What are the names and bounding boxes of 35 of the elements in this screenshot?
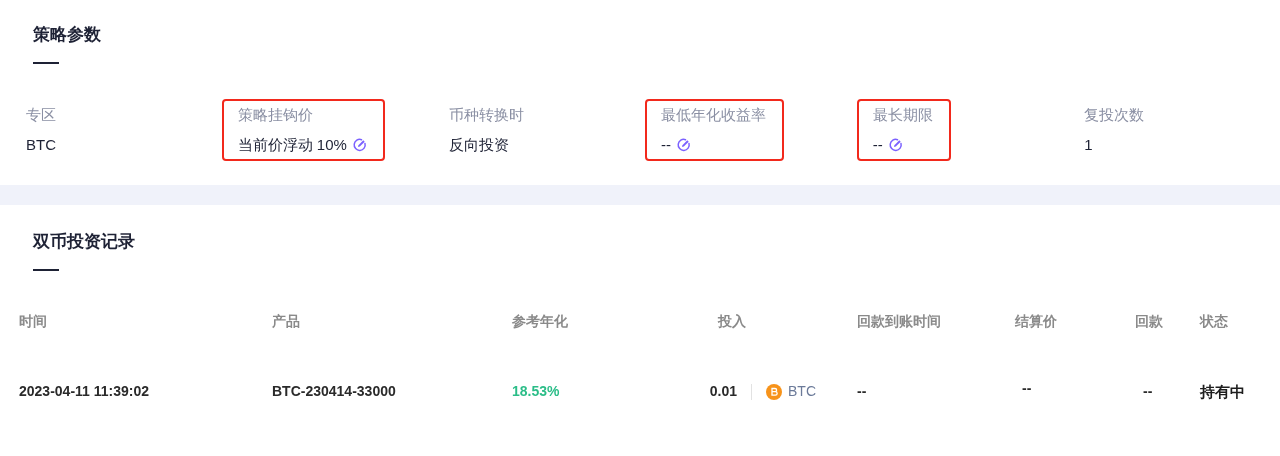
edit-icon[interactable] [888,137,903,152]
status-text: 持有中 [1200,382,1245,400]
table-cell: -- [1143,383,1153,400]
column-header: 回款到账时间 [857,312,941,329]
param-value: 1 [1084,134,1093,155]
column-header: 产品 [272,312,300,329]
param-label: 专区 [26,104,56,125]
param-value: 当前价浮动 10% [237,134,347,155]
edit-icon[interactable] [352,137,367,152]
param-label: 最低年化收益率 [661,104,766,125]
column-header: 回款 [1135,312,1163,329]
param-value: BTC [26,134,56,155]
section-title: 策略参数 [33,24,101,46]
param-label: 策略挂钩价 [237,104,314,125]
section-title: 双币投资记录 [33,231,135,253]
edit-icon[interactable] [677,137,691,152]
table-cell: BTC-230414-33000 [272,383,396,400]
column-header: 时间 [19,312,47,329]
param-label: 复投次数 [1084,104,1145,125]
column-header: 投入 [718,312,746,329]
coin-label: BTC [788,382,816,402]
column-header: 状态 [1200,312,1228,329]
param-value: -- [661,134,671,155]
param-value: 反向投资 [449,134,510,155]
param-value: -- [872,134,883,155]
table-cell: -- [857,383,867,400]
table-cell: 18.53% [512,383,560,400]
column-header: 结算价 [1015,312,1057,329]
table-cell: -- [1022,380,1032,397]
param-label: 最长期限 [872,104,933,125]
column-header: 参考年化 [512,312,568,329]
table-cell-text: 0.01 [708,382,737,402]
table-cell: 2023-04-11 11:39:02 [19,383,149,400]
bitcoin-icon [766,383,782,400]
param-label: 币种转换时 [449,104,525,125]
